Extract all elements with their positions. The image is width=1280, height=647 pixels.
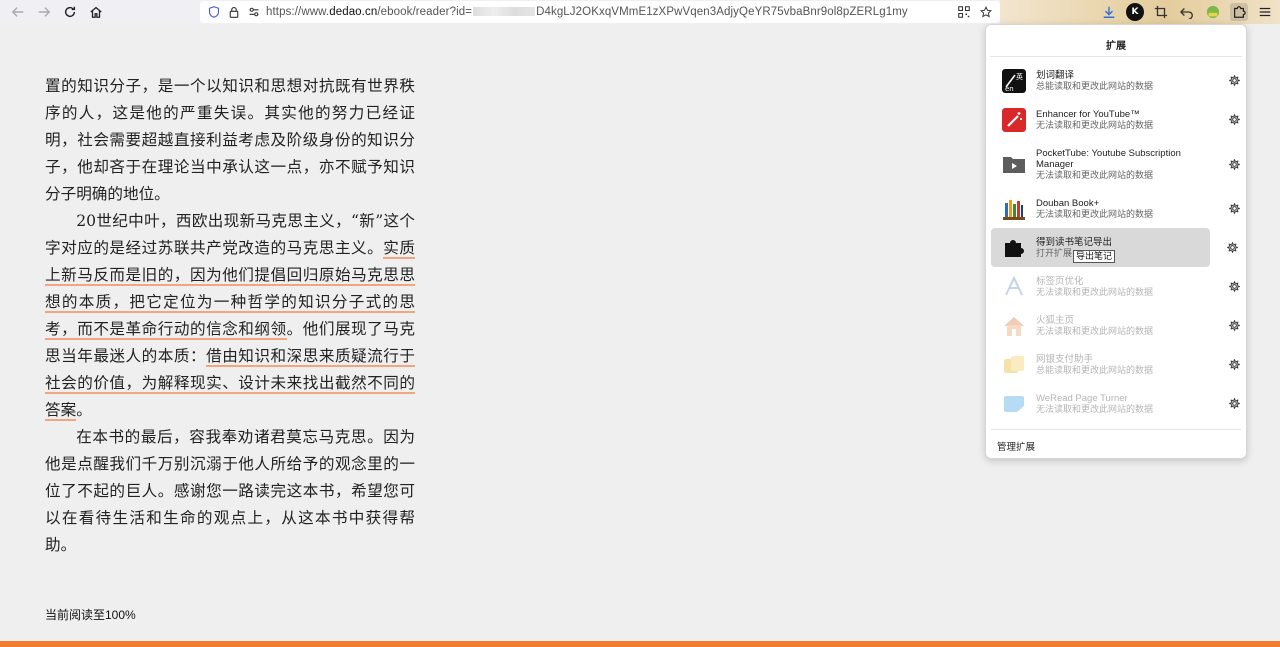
paragraph-text: 。 [76,401,92,419]
extension-name: PocketTube: Youtube Subscription Manager [1036,147,1181,170]
extension-item[interactable]: PocketTube: Youtube Subscription Manager… [991,139,1241,189]
extension-name: Enhancer for YouTube™ [1036,108,1140,120]
bookmark-star-icon[interactable] [978,4,994,20]
extension-item[interactable]: 火狐主页 无法读取和更改此网站的数据 [991,306,1241,345]
avatar-icon[interactable] [1204,3,1222,21]
home-icon [1002,314,1026,338]
magic-wand-icon [1002,107,1026,132]
puzzle-icon [1002,236,1026,260]
extension-tooltip: 导出笔记 [1073,250,1116,263]
extension-item[interactable]: Enhancer for YouTube™ 无法读取和更改此网站的数据 [991,100,1241,139]
arrow-left-icon [11,7,24,17]
reading-progress-bar [0,641,1280,647]
payment-icon [1002,353,1026,377]
bookshelf-icon [1002,197,1026,221]
k-extension-icon[interactable]: K [1126,3,1144,21]
arrow-right-icon [38,7,51,17]
manage-extensions-link[interactable]: 管理扩展 [991,429,1241,453]
reader-paragraph: 在本书的最后，容我奉劝诸君莫忘马克思。因为他是点醒我们千万别沉溺于他人所给予的观… [45,424,415,559]
forward-button[interactable] [31,0,57,24]
extension-name: 划词翻译 [1036,69,1075,81]
gear-icon[interactable] [1226,201,1242,217]
extensions-panel: 扩展 英 en 划词翻译 总能读取和更改此网站的数据 Enhancer for YouT… [985,24,1247,459]
page-turner-icon [1002,392,1026,416]
tracking-shield-icon[interactable] [206,4,222,20]
extension-item[interactable]: 英 en 划词翻译 总能读取和更改此网站的数据 [991,61,1241,100]
extensions-list: 英 en 划词翻译 总能读取和更改此网站的数据 Enhancer for YouTube… [986,57,1246,423]
gear-icon[interactable] [1226,156,1242,172]
back-button[interactable] [5,0,31,24]
lock-icon[interactable] [226,4,242,20]
gear-icon[interactable] [1226,112,1242,128]
reading-progress-fill [0,641,1280,647]
reload-icon [64,6,76,18]
reader-paragraph: 20世纪中叶，西欧出现新马克思主义，“新”这个字对应的是经过苏联共产党改造的马克… [45,208,415,424]
download-icon[interactable] [1100,3,1118,21]
translate-icon: 英 en [1002,68,1026,93]
extension-name: 火狐主页 [1036,314,1075,326]
crop-icon[interactable] [1152,3,1170,21]
extensions-panel-title: 扩展 [990,25,1242,57]
extension-permission-text: 无法读取和更改此网站的数据 [1036,325,1154,336]
extension-name: WeRead Page Turner [1036,392,1128,404]
reader-paragraph: 置的知识分子，是一个以知识和思想对抗既有世界秩序的人，这是他的严重失误。其实他的… [45,73,415,208]
gear-icon[interactable] [1226,73,1242,89]
extension-item[interactable]: 标签页优化 无法读取和更改此网站的数据 [991,267,1241,306]
url-bar[interactable]: https://www.dedao.cn/ebook/reader?id= D4k… [200,1,1000,23]
extensions-puzzle-icon[interactable] [1230,3,1248,21]
extension-name: Douban Book+ [1036,197,1100,209]
extension-item[interactable]: WeRead Page Turner 无法读取和更改此网站的数据 [991,384,1241,423]
toolbar-extensions-area: K [1000,0,1280,24]
gear-icon[interactable] [1226,279,1242,295]
browser-toolbar: https://www.dedao.cn/ebook/reader?id= D4k… [0,0,1280,24]
paragraph-text: 20世纪中叶，西欧出现新马克思主义，“新”这个字对应的是经过苏联共产党改造的马克… [45,212,415,257]
url-text[interactable]: https://www.dedao.cn/ebook/reader?id= D4k… [266,6,908,18]
paragraph-text: 置的知识分子，是一个以知识和思想对抗既有世界秩序的人，这是他的严重失误。其实他的… [45,77,415,203]
permissions-icon[interactable] [246,4,262,20]
tab-icon [1002,275,1026,299]
reading-progress-text: 当前阅读至100% [45,608,136,622]
extension-permission-text: 打开扩展 [1036,247,1073,258]
extension-permission-text: 无法读取和更改此网站的数据 [1036,286,1154,297]
extension-permission-text: 无法读取和更改此网站的数据 [1036,169,1154,180]
svg-text:en: en [1005,85,1014,93]
extension-name: 网银支付助手 [1036,353,1094,365]
extension-name: 标签页优化 [1036,275,1084,287]
extension-item[interactable]: 网银支付助手 总能读取和更改此网站的数据 [991,345,1241,384]
svg-text:英: 英 [1016,72,1023,81]
gear-icon[interactable] [1226,396,1242,412]
extension-permission-text: 总能读取和更改此网站的数据 [1036,80,1154,91]
extension-name: 得到读书笔记导出 [1036,236,1113,248]
menu-icon[interactable] [1256,3,1274,21]
extension-permission-text: 无法读取和更改此网站的数据 [1036,403,1154,414]
folder-play-icon [1002,152,1026,176]
ebook-reader-text: 置的知识分子，是一个以知识和思想对抗既有世界秩序的人，这是他的严重失误。其实他的… [45,73,415,559]
home-button[interactable] [83,0,109,24]
gear-icon[interactable] [1226,318,1242,334]
reload-button[interactable] [57,0,83,24]
extension-permission-text: 无法读取和更改此网站的数据 [1036,119,1154,130]
gear-icon[interactable] [1224,240,1240,256]
gear-icon[interactable] [1226,357,1242,373]
home-icon [90,6,102,18]
extension-permission-text: 总能读取和更改此网站的数据 [1036,364,1154,375]
redacted-url-segment [473,7,536,17]
paragraph-text: 在本书的最后，容我奉劝诸君莫忘马克思。因为他是点醒我们千万别沉溺于他人所给予的观… [45,428,415,554]
extension-item[interactable]: 得到读书笔记导出 打开扩展 导出笔记 [991,228,1238,267]
undo-icon[interactable] [1178,3,1196,21]
qr-code-icon[interactable] [956,4,972,20]
extension-item[interactable]: Douban Book+ 无法读取和更改此网站的数据 [991,189,1241,228]
extension-permission-text: 无法读取和更改此网站的数据 [1036,208,1154,219]
